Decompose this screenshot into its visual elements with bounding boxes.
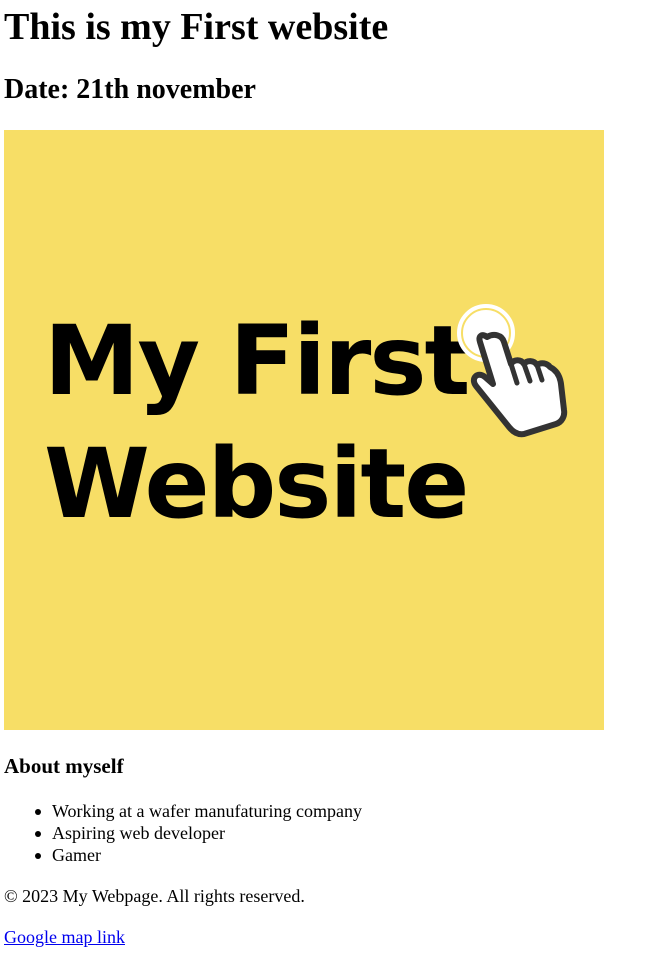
- about-heading: About myself: [4, 754, 124, 778]
- list-item: Working at a wafer manufaturing company: [35, 801, 362, 821]
- date-heading: Date: 21th november: [4, 74, 256, 105]
- list-item: Gamer: [35, 844, 362, 866]
- about-list: Working at a wafer manufaturing company …: [35, 800, 362, 866]
- hero-text-line2: Website: [44, 428, 467, 540]
- page-title: This is my First website: [4, 6, 389, 48]
- google-map-link[interactable]: Google map link: [4, 926, 125, 948]
- pointer-hand-icon: [457, 304, 568, 438]
- hero-image: My First Website: [4, 130, 604, 730]
- list-item: Aspiring web developer: [35, 822, 362, 844]
- copyright-text: © 2023 My Webpage. All rights reserved.: [4, 886, 305, 906]
- hero-text-line1: My First: [44, 305, 469, 417]
